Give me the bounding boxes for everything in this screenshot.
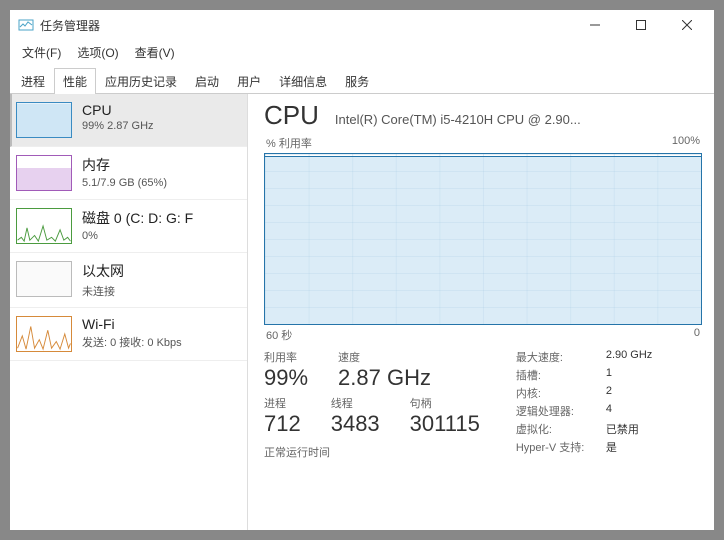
sidebar-wifi-sub: 发送: 0 接收: 0 Kbps — [82, 334, 182, 350]
max-speed-k: 最大速度: — [516, 349, 606, 365]
disk-thumb-icon — [16, 208, 72, 244]
sidebar-item-disk[interactable]: 磁盘 0 (C: D: G: F 0% — [10, 200, 247, 253]
info-column: 最大速度:2.90 GHz 插槽:1 内核:2 逻辑处理器:4 虚拟化:已禁用 … — [516, 349, 652, 460]
sockets-k: 插槽: — [516, 367, 606, 383]
tab-users[interactable]: 用户 — [228, 68, 270, 94]
tab-startup[interactable]: 启动 — [186, 68, 228, 94]
cpu-thumb-icon — [16, 102, 72, 138]
sidebar-wifi-title: Wi-Fi — [82, 316, 182, 332]
sidebar-disk-sub: 0% — [82, 230, 193, 242]
minimize-button[interactable] — [572, 10, 618, 40]
chart-x-left: 60 秒 — [266, 327, 292, 343]
hyperv-k: Hyper-V 支持: — [516, 439, 606, 455]
sidebar-cpu-sub: 99% 2.87 GHz — [82, 120, 154, 132]
menubar: 文件(F) 选项(O) 查看(V) — [10, 40, 714, 67]
tab-performance[interactable]: 性能 — [54, 68, 96, 94]
app-icon — [18, 17, 34, 33]
menu-file[interactable]: 文件(F) — [16, 42, 67, 63]
cores-v: 2 — [606, 385, 612, 401]
sidebar-disk-title: 磁盘 0 (C: D: G: F — [82, 208, 193, 228]
chart-x-right: 0 — [694, 327, 700, 343]
logical-k: 逻辑处理器: — [516, 403, 606, 419]
maximize-button[interactable] — [618, 10, 664, 40]
task-manager-window: 任务管理器 文件(F) 选项(O) 查看(V) 进程 性能 应用历史记录 启动 … — [9, 9, 715, 531]
ethernet-thumb-icon — [16, 261, 72, 297]
sidebar-eth-title: 以太网 — [82, 261, 124, 281]
util-label: 利用率 — [264, 349, 308, 365]
tab-services[interactable]: 服务 — [336, 68, 378, 94]
virt-k: 虚拟化: — [516, 421, 606, 437]
tab-details[interactable]: 详细信息 — [270, 68, 336, 94]
sidebar-eth-sub: 未连接 — [82, 283, 124, 299]
threads-label: 线程 — [331, 395, 380, 411]
sidebar-item-memory[interactable]: 内存 5.1/7.9 GB (65%) — [10, 147, 247, 200]
speed-label: 速度 — [338, 349, 431, 365]
util-value: 99% — [264, 365, 308, 391]
menu-view[interactable]: 查看(V) — [129, 42, 181, 63]
wifi-thumb-icon — [16, 316, 72, 352]
uptime-label: 正常运行时间 — [264, 444, 480, 460]
proc-label: 进程 — [264, 395, 301, 411]
stats-area: 利用率 99% 速度 2.87 GHz 进程 712 — [264, 349, 702, 460]
cpu-utilization-chart[interactable] — [264, 153, 702, 325]
cores-k: 内核: — [516, 385, 606, 401]
sockets-v: 1 — [606, 367, 612, 383]
chart-area-fill — [265, 156, 701, 324]
content: CPU 99% 2.87 GHz 内存 5.1/7.9 GB (65%) 磁盘 … — [10, 94, 714, 530]
sidebar-mem-sub: 5.1/7.9 GB (65%) — [82, 177, 167, 189]
close-button[interactable] — [664, 10, 710, 40]
chart-y-label: % 利用率 — [266, 135, 312, 151]
memory-thumb-icon — [16, 155, 72, 191]
handles-value: 301115 — [410, 411, 480, 437]
sidebar: CPU 99% 2.87 GHz 内存 5.1/7.9 GB (65%) 磁盘 … — [10, 94, 248, 530]
menu-options[interactable]: 选项(O) — [71, 42, 124, 63]
cpu-model: Intel(R) Core(TM) i5-4210H CPU @ 2.90... — [335, 112, 581, 127]
chart-y-max: 100% — [672, 135, 700, 151]
threads-value: 3483 — [331, 411, 380, 437]
titlebar[interactable]: 任务管理器 — [10, 10, 714, 40]
sidebar-mem-title: 内存 — [82, 155, 167, 175]
sidebar-cpu-title: CPU — [82, 102, 154, 118]
sidebar-item-ethernet[interactable]: 以太网 未连接 — [10, 253, 247, 308]
max-speed-v: 2.90 GHz — [606, 349, 652, 365]
tab-app-history[interactable]: 应用历史记录 — [96, 68, 186, 94]
main-title: CPU — [264, 100, 319, 131]
sidebar-item-cpu[interactable]: CPU 99% 2.87 GHz — [10, 94, 247, 147]
proc-value: 712 — [264, 411, 301, 437]
sidebar-item-wifi[interactable]: Wi-Fi 发送: 0 接收: 0 Kbps — [10, 308, 247, 361]
tabbar: 进程 性能 应用历史记录 启动 用户 详细信息 服务 — [10, 67, 714, 94]
tab-processes[interactable]: 进程 — [12, 68, 54, 94]
window-title: 任务管理器 — [40, 17, 100, 34]
main-panel: CPU Intel(R) Core(TM) i5-4210H CPU @ 2.9… — [248, 94, 714, 530]
logical-v: 4 — [606, 403, 612, 419]
hyperv-v: 是 — [606, 439, 617, 455]
virt-v: 已禁用 — [606, 421, 639, 437]
handles-label: 句柄 — [410, 395, 480, 411]
speed-value: 2.87 GHz — [338, 365, 431, 391]
